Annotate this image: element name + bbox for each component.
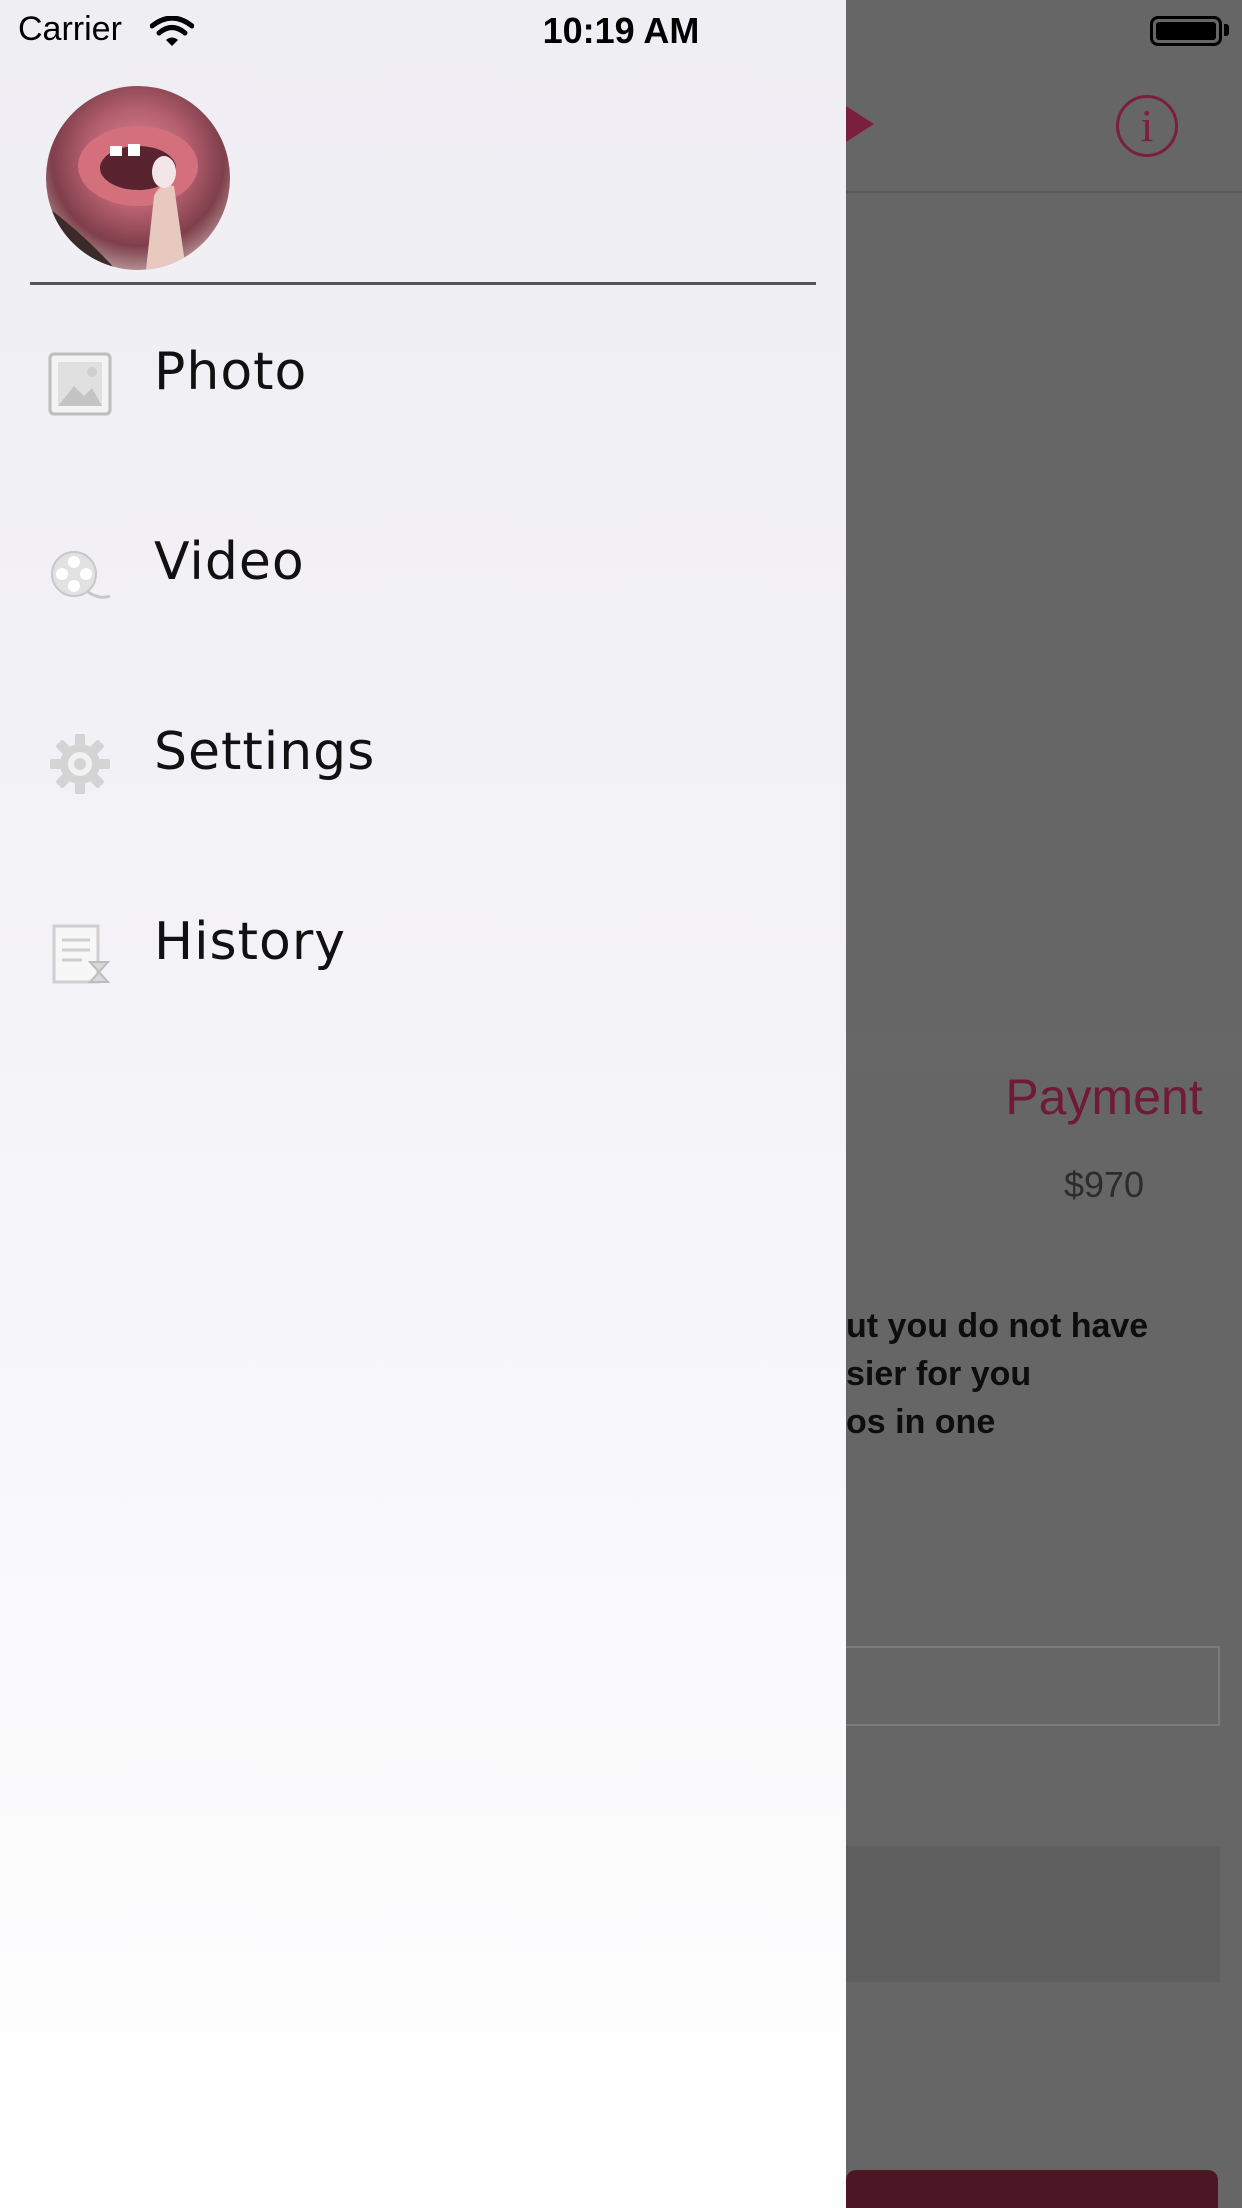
header-divider (30, 282, 816, 285)
menu-item-video[interactable]: Video (0, 496, 846, 636)
menu-item-settings[interactable]: Settings (0, 686, 846, 826)
wifi-icon (150, 16, 194, 46)
menu-item-history[interactable]: History (0, 876, 846, 1016)
pay-button[interactable] (846, 2170, 1218, 2208)
battery-icon (1150, 16, 1222, 46)
payment-section-band (846, 1032, 1242, 1072)
description-line: os in one (846, 1403, 996, 1441)
history-icon (52, 924, 111, 984)
payment-title: Payment (1005, 1069, 1203, 1125)
menu-item-label: Photo (154, 342, 308, 402)
avatar[interactable] (46, 86, 230, 270)
gear-icon (50, 734, 110, 794)
payment-amount: $970 (1063, 1164, 1145, 1205)
nav-bar-divider (846, 191, 1242, 193)
menu-item-label: Settings (154, 722, 376, 782)
payment-input-field[interactable] (846, 1646, 1220, 1726)
video-reel-icon (51, 551, 111, 599)
menu-item-photo[interactable]: Photo (0, 306, 846, 446)
description-line: sier for you (846, 1355, 1032, 1393)
menu-item-label: History (154, 912, 346, 972)
menu-item-label: Video (154, 532, 305, 592)
description-line: ut you do not have (846, 1307, 1149, 1345)
play-arrow-icon (846, 106, 874, 142)
photo-icon (48, 352, 112, 416)
carrier-label: Carrier (18, 10, 122, 48)
info-icon[interactable]: i (1116, 95, 1178, 157)
battery-tip (1224, 24, 1229, 36)
side-drawer: Carrier Photo Video Settings History (0, 0, 846, 2208)
payment-info-box (846, 1846, 1220, 1982)
payment-description: ut you do not have sier for you os in on… (846, 1302, 1242, 1446)
